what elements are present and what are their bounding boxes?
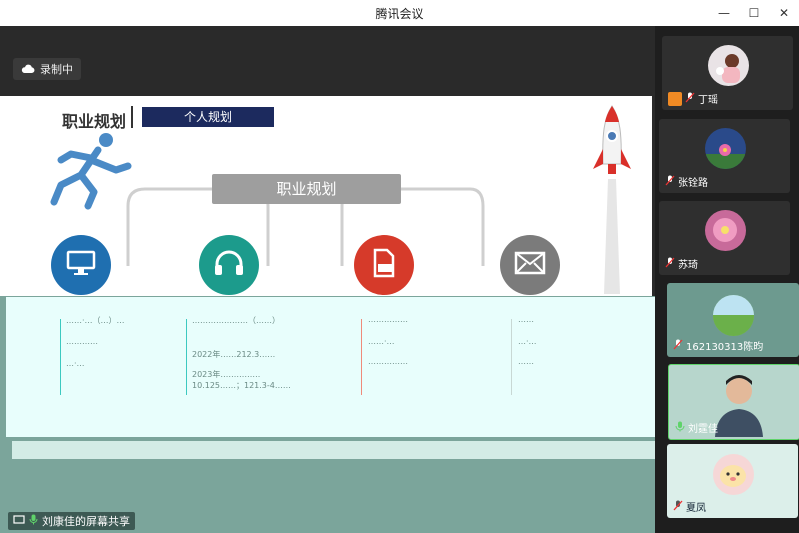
col1-line-1: ……·…（…）… bbox=[66, 316, 125, 325]
col3-line-1: …………… bbox=[368, 315, 408, 324]
col4-line-2: …·… bbox=[518, 337, 537, 346]
center-label: 职业规划 bbox=[212, 174, 401, 204]
shared-content-overlay: ……·…（…）… ………… …·… …………………（……） 2022年……212… bbox=[6, 297, 660, 437]
monitor-icon bbox=[66, 250, 96, 280]
headphones-icon bbox=[213, 249, 245, 281]
overlay-bottom-band bbox=[12, 441, 660, 459]
avatar bbox=[713, 295, 754, 336]
recording-badge[interactable]: 录制中 bbox=[13, 58, 81, 80]
col4-line-3: …… bbox=[518, 357, 534, 366]
envelope-icon bbox=[514, 251, 546, 279]
column-line-4 bbox=[511, 319, 512, 395]
avatar bbox=[708, 45, 749, 86]
participant-tile[interactable]: 丁瑶 bbox=[662, 36, 793, 110]
participant-name-row: 苏琦 bbox=[665, 256, 698, 271]
monitor-node bbox=[51, 235, 111, 295]
column-line-1 bbox=[60, 319, 61, 395]
col3-line-3: …………… bbox=[368, 357, 408, 366]
close-button[interactable]: ✕ bbox=[769, 0, 799, 26]
participant-name: 张铨路 bbox=[678, 178, 708, 189]
screen-share-label[interactable]: 刘康佳的屏幕共享 bbox=[8, 512, 135, 530]
participant-name: 162130313陈昀 bbox=[686, 342, 764, 353]
participant-name: 丁瑶 bbox=[698, 95, 718, 106]
headphones-node bbox=[199, 235, 259, 295]
title-bar: 腾讯会议 — ☐ ✕ bbox=[0, 0, 799, 26]
participant-tile[interactable]: 苏琦 bbox=[659, 201, 790, 275]
col2-line-4: 10.125……；121.3-4…… bbox=[192, 381, 291, 390]
screen-share-area: ……·…（…）… ………… …·… …………………（……） 2022年……212… bbox=[0, 296, 660, 533]
envelope-node bbox=[500, 235, 560, 295]
muted-mic-icon bbox=[673, 339, 683, 353]
col2-line-3: 2023年…………… bbox=[192, 370, 261, 379]
column-line-2 bbox=[186, 319, 187, 395]
participant-name: 刘霆佳 bbox=[688, 424, 718, 435]
maximize-button[interactable]: ☐ bbox=[739, 0, 769, 26]
document-node bbox=[354, 235, 414, 295]
muted-mic-icon bbox=[673, 500, 683, 514]
mic-icon bbox=[29, 514, 38, 528]
cloud-icon bbox=[21, 64, 35, 74]
avatar bbox=[705, 210, 746, 251]
participant-name-row: 张铨路 bbox=[665, 174, 708, 189]
muted-mic-icon bbox=[665, 175, 675, 189]
participant-name: 夏凤 bbox=[686, 503, 706, 514]
minimize-button[interactable]: — bbox=[709, 0, 739, 26]
col1-line-3: …·… bbox=[66, 359, 85, 368]
host-icon bbox=[668, 91, 682, 106]
muted-mic-icon bbox=[665, 257, 675, 271]
recording-label: 录制中 bbox=[40, 63, 73, 76]
participant-name-row: 丁瑶 bbox=[668, 91, 718, 106]
col2-line-2: 2022年……212.3…… bbox=[192, 350, 276, 359]
participants-sidebar: 丁瑶 张铨路 苏琦 162130313陈昀 刘霆佳 夏凤 bbox=[655, 26, 799, 533]
rocket-icon bbox=[593, 105, 631, 294]
col1-line-2: ………… bbox=[66, 337, 98, 346]
participant-name: 苏琦 bbox=[678, 260, 698, 271]
participant-tile[interactable]: 夏凤 bbox=[667, 444, 798, 518]
participant-tile[interactable]: 162130313陈昀 bbox=[667, 283, 799, 357]
column-line-3 bbox=[361, 319, 362, 395]
col4-line-1: …… bbox=[518, 315, 534, 324]
participant-tile[interactable]: 刘霆佳 bbox=[668, 364, 799, 440]
shared-slide: 职业规划 个人规划 职业规划 bbox=[0, 96, 652, 296]
window-controls: — ☐ ✕ bbox=[709, 0, 799, 26]
col3-line-2: ……·… bbox=[368, 337, 395, 346]
screen-icon bbox=[13, 514, 25, 528]
screen-share-text: 刘康佳的屏幕共享 bbox=[42, 515, 130, 528]
participant-name-row: 夏凤 bbox=[673, 499, 706, 514]
avatar bbox=[705, 128, 746, 169]
speaking-mic-icon bbox=[675, 421, 685, 435]
avatar bbox=[713, 454, 754, 495]
window-title: 腾讯会议 bbox=[375, 7, 424, 21]
document-icon bbox=[370, 248, 398, 282]
muted-mic-icon bbox=[685, 92, 695, 106]
video-feed bbox=[709, 367, 769, 437]
col2-line-1: …………………（……） bbox=[192, 316, 280, 325]
participant-tile[interactable]: 张铨路 bbox=[659, 119, 790, 193]
participant-name-row: 刘霆佳 bbox=[675, 420, 718, 435]
participant-name-row: 162130313陈昀 bbox=[673, 338, 763, 353]
